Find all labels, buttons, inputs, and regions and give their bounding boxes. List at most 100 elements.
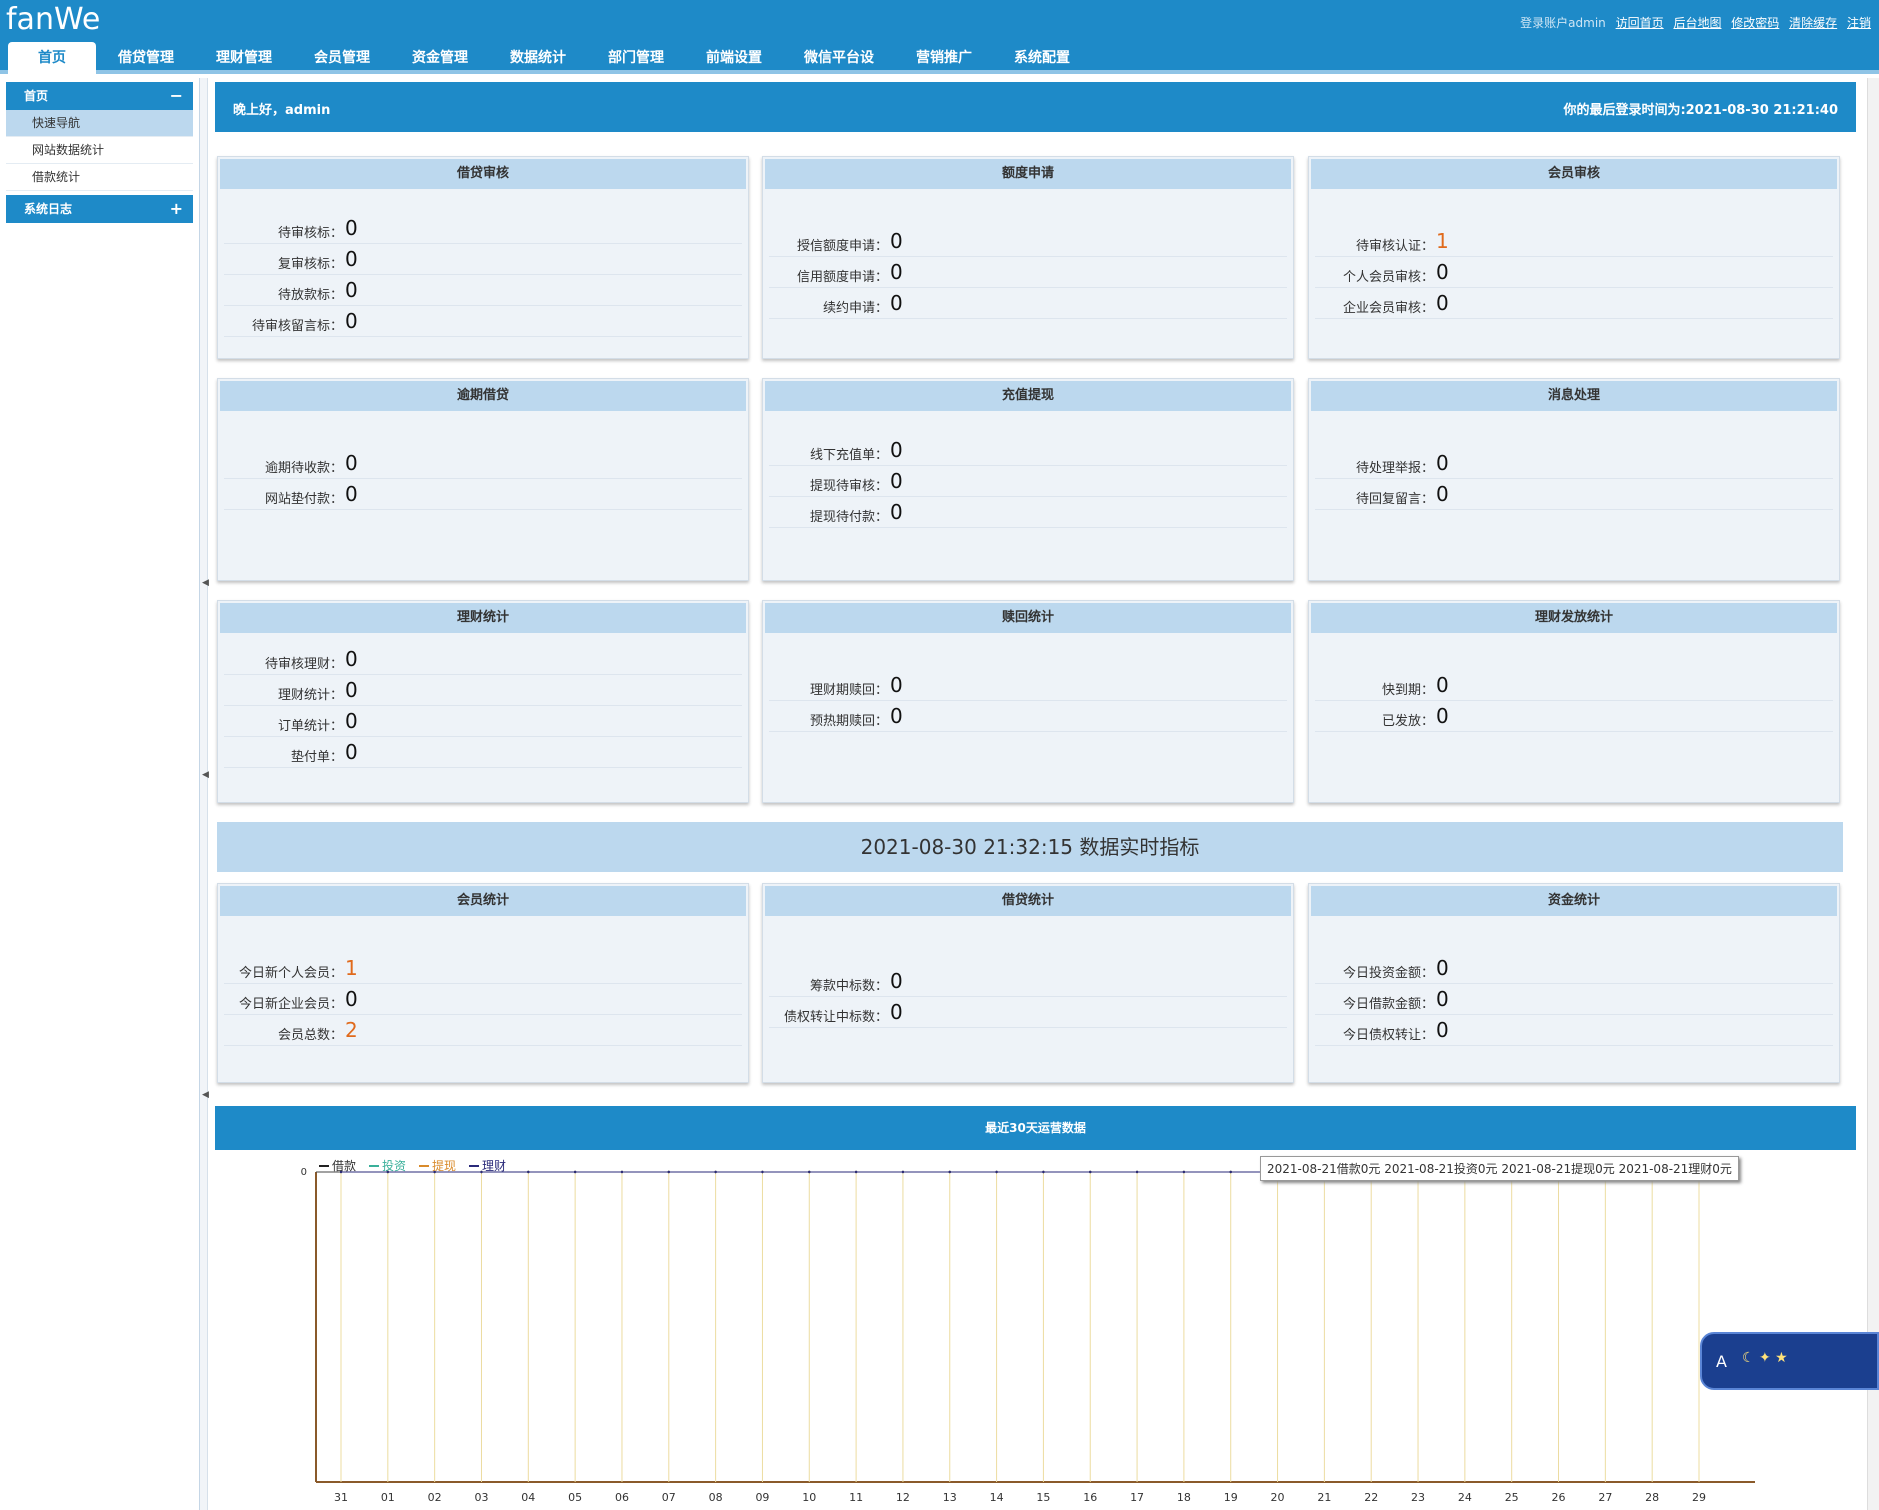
link-visit-home[interactable]: 访回首页: [1616, 16, 1664, 30]
stat-label: 待审核理财：: [264, 657, 343, 672]
stat-value[interactable]: 0: [345, 987, 358, 1011]
panel-title: 会员审核: [1311, 159, 1837, 189]
stat-value[interactable]: 0: [1436, 291, 1449, 315]
stat-value[interactable]: 0: [345, 482, 358, 506]
link-logout[interactable]: 注销: [1847, 16, 1871, 30]
stat-row: 今日投资金额： 0: [1315, 953, 1833, 984]
stat-value[interactable]: 0: [890, 260, 903, 284]
stat-value[interactable]: 0: [1436, 451, 1449, 475]
stat-value[interactable]: 0: [890, 469, 903, 493]
x-tick-label: 09: [755, 1491, 769, 1504]
stat-value[interactable]: 0: [345, 309, 358, 333]
nav-tab-frontend[interactable]: 前端设置: [686, 42, 782, 74]
stat-value[interactable]: 0: [1436, 704, 1449, 728]
panel-title: 逾期借贷: [220, 381, 746, 411]
nav-tab-member[interactable]: 会员管理: [294, 42, 390, 74]
panel-loan-stats: 借贷统计 筹款中标数： 0 债权转让中标数： 0: [762, 883, 1294, 1083]
stat-value[interactable]: 0: [345, 678, 358, 702]
stat-row: 已发放： 0: [1315, 701, 1833, 732]
stat-row: 企业会员审核： 0: [1315, 288, 1833, 319]
stat-value[interactable]: 0: [890, 704, 903, 728]
nav-tab-wechat[interactable]: 微信平台设: [784, 42, 894, 74]
x-tick-label: 20: [1271, 1491, 1285, 1504]
nav-tab-finance[interactable]: 理财管理: [196, 42, 292, 74]
stat-label: 线下充值单：: [809, 448, 888, 463]
stat-value[interactable]: 0: [345, 247, 358, 271]
x-tick-label: 16: [1083, 1491, 1097, 1504]
stat-label: 理财统计：: [277, 688, 343, 703]
expand-icon[interactable]: +: [170, 195, 183, 223]
stat-label: 快到期：: [1381, 683, 1434, 698]
collapse-icon[interactable]: −: [170, 82, 183, 110]
stat-row: 垫付单： 0: [224, 737, 742, 768]
main-content: 晚上好，admin 你的最后登录时间为:2021-08-30 21:21:40 …: [215, 82, 1857, 1510]
stat-value[interactable]: 0: [890, 438, 903, 462]
stat-value[interactable]: 0: [1436, 260, 1449, 284]
x-tick-label: 04: [521, 1491, 535, 1504]
x-tick-label: 03: [474, 1491, 488, 1504]
link-clear-cache[interactable]: 清除缓存: [1789, 16, 1837, 30]
x-tick-label: 23: [1411, 1491, 1425, 1504]
stat-value[interactable]: 0: [345, 278, 358, 302]
stat-label: 续约申请：: [822, 301, 888, 316]
nav-tab-home[interactable]: 首页: [8, 42, 96, 74]
sidebar-group-title: 系统日志: [24, 202, 73, 216]
vertical-scrollbar[interactable]: [1867, 78, 1879, 1510]
collapse-arrow-icon[interactable]: ◀: [202, 1090, 209, 1100]
stat-value[interactable]: 0: [345, 740, 358, 764]
stat-value[interactable]: 1: [1436, 229, 1449, 253]
stat-value[interactable]: 0: [1436, 482, 1449, 506]
stat-value[interactable]: 0: [345, 216, 358, 240]
panel-fund-stats: 资金统计 今日投资金额： 0 今日借款金额： 0 今日债权转让： 0: [1308, 883, 1840, 1083]
x-tick-label: 05: [568, 1491, 582, 1504]
stat-row: 预热期赎回： 0: [769, 701, 1287, 732]
stat-value[interactable]: 2: [345, 1018, 358, 1042]
stat-label: 待回复留言：: [1355, 492, 1434, 507]
sidebar-group-system-log[interactable]: 系统日志 +: [6, 195, 193, 223]
stat-value[interactable]: 1: [345, 956, 358, 980]
stat-value[interactable]: 0: [890, 969, 903, 993]
logo: fanWe: [6, 2, 101, 37]
x-tick-label: 07: [662, 1491, 676, 1504]
stat-value[interactable]: 0: [1436, 987, 1449, 1011]
stat-value[interactable]: 0: [890, 291, 903, 315]
stat-row: 提现待审核： 0: [769, 466, 1287, 497]
nav-tab-loan[interactable]: 借贷管理: [98, 42, 194, 74]
floating-theme-widget[interactable]: A ☾ ✦ ★: [1700, 1332, 1879, 1390]
stat-row: 理财期赎回： 0: [769, 670, 1287, 701]
stat-value[interactable]: 0: [890, 229, 903, 253]
stat-value[interactable]: 0: [1436, 673, 1449, 697]
sidebar-splitter[interactable]: [200, 78, 208, 1510]
stat-row: 复审核标： 0: [224, 244, 742, 275]
sidebar-item-site-stats[interactable]: 网站数据统计: [6, 137, 193, 164]
collapse-arrow-icon[interactable]: ◀: [202, 770, 209, 780]
stat-value[interactable]: 0: [1436, 1018, 1449, 1042]
stat-value[interactable]: 0: [890, 500, 903, 524]
stat-value[interactable]: 0: [345, 451, 358, 475]
nav-tab-marketing[interactable]: 营销推广: [896, 42, 992, 74]
link-backend-map[interactable]: 后台地图: [1673, 16, 1721, 30]
font-size-icon[interactable]: A: [1716, 1352, 1727, 1371]
sidebar-group-home[interactable]: 首页 −: [6, 82, 193, 110]
stat-value[interactable]: 0: [890, 1000, 903, 1024]
stat-value[interactable]: 0: [890, 673, 903, 697]
nav-tab-department[interactable]: 部门管理: [588, 42, 684, 74]
stat-label: 今日债权转让：: [1342, 1028, 1434, 1043]
sidebar-item-loan-stats[interactable]: 借款统计: [6, 164, 193, 191]
stat-value[interactable]: 0: [1436, 956, 1449, 980]
nav-tab-stats[interactable]: 数据统计: [490, 42, 586, 74]
moon-shirt-star-icon[interactable]: ☾ ✦ ★: [1742, 1350, 1788, 1366]
link-change-password[interactable]: 修改密码: [1731, 16, 1779, 30]
stat-row: 线下充值单： 0: [769, 435, 1287, 466]
panel-member-review: 会员审核 待审核认证： 1 个人会员审核： 0 企业会员审核： 0: [1308, 156, 1840, 359]
nav-tab-funds[interactable]: 资金管理: [392, 42, 488, 74]
nav-tab-system[interactable]: 系统配置: [994, 42, 1090, 74]
stat-row: 授信额度申请： 0: [769, 226, 1287, 257]
stat-value[interactable]: 0: [345, 647, 358, 671]
stat-label: 复审核标：: [277, 257, 343, 272]
collapse-arrow-icon[interactable]: ◀: [202, 578, 209, 588]
sidebar-item-quick-nav[interactable]: 快速导航: [6, 110, 193, 137]
stat-value[interactable]: 0: [345, 709, 358, 733]
stat-row: 债权转让中标数： 0: [769, 997, 1287, 1028]
stat-label: 信用额度申请：: [796, 270, 888, 285]
